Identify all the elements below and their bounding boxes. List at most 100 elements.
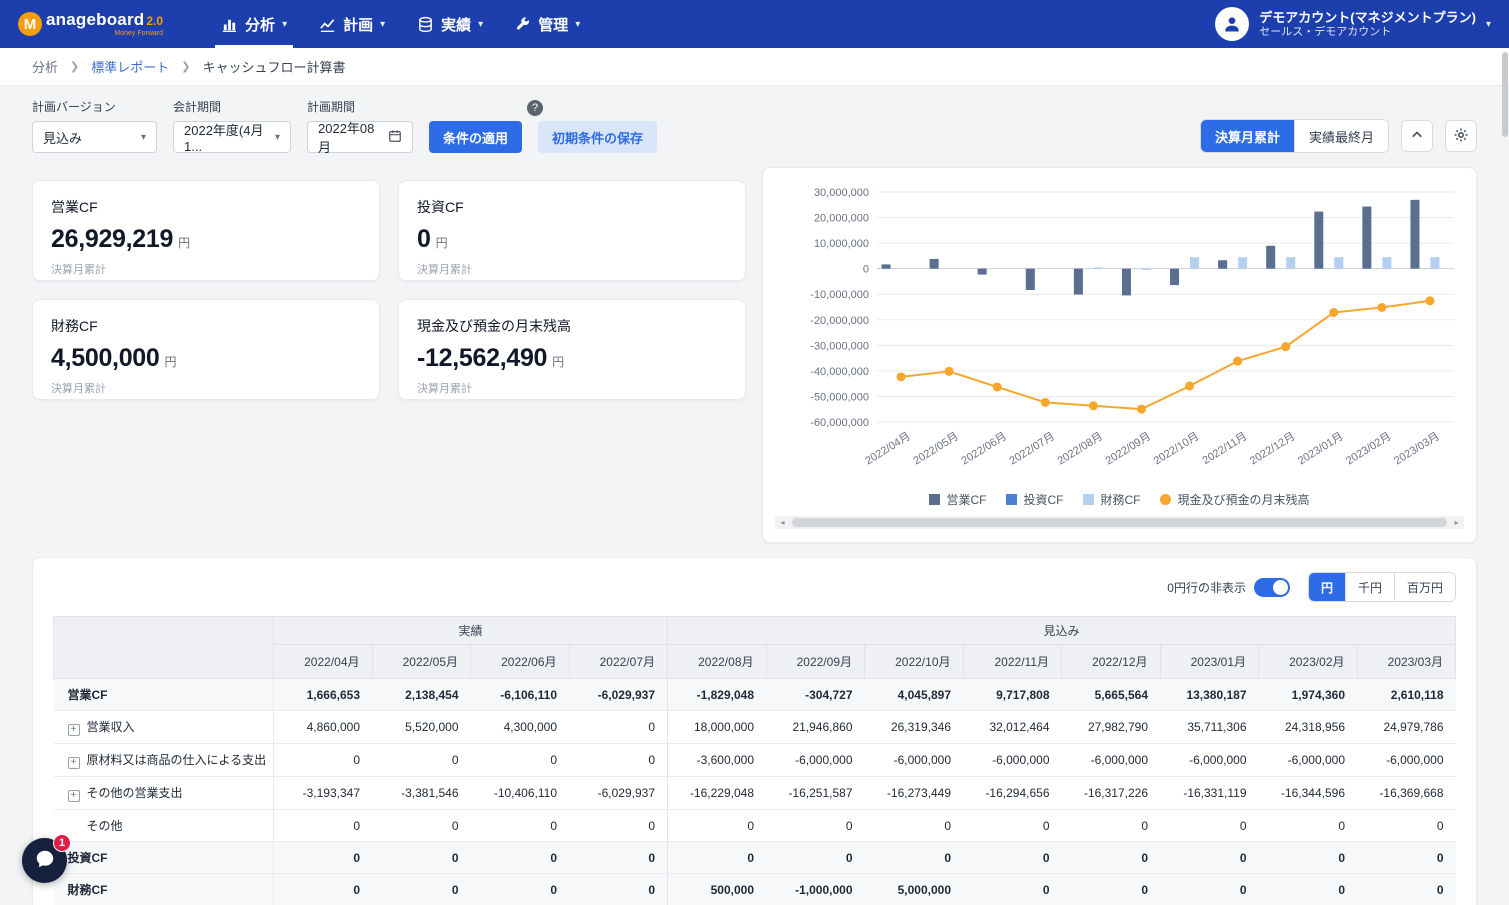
row-label: その他 [87, 819, 123, 833]
cell-value: -16,251,587 [766, 777, 865, 810]
svg-text:2022/08月: 2022/08月 [1056, 430, 1105, 467]
kpi-value: 26,929,219 [51, 225, 173, 254]
database-icon [417, 16, 434, 33]
cell-value: -6,106,110 [471, 679, 570, 711]
cell-value: -6,029,937 [569, 777, 668, 810]
nav-item-admin[interactable]: 管理 ▾ [499, 0, 596, 48]
kpi-value: 0 [417, 225, 431, 254]
cell-value: 2,610,118 [1357, 679, 1456, 711]
plan-period-input[interactable]: 2022年08月 [307, 121, 413, 153]
cell-value: -16,331,119 [1160, 777, 1259, 810]
collapse-panel-button[interactable] [1401, 120, 1433, 152]
row-label-cell: + 原材料又は商品の仕入による支出 [54, 744, 274, 777]
toggle-closing-month-cumulative[interactable]: 決算月累計 [1201, 120, 1294, 152]
svg-text:2023/01月: 2023/01月 [1296, 430, 1345, 467]
plan-version-select[interactable]: 見込み ▾ [32, 121, 157, 153]
app-logo[interactable]: M anageboard 2.0 Money Forward [18, 0, 163, 48]
column-group-header: 見込み [668, 617, 1456, 645]
cashflow-chart-card: 30,000,00020,000,00010,000,0000-10,000,0… [762, 167, 1477, 543]
kpi-unit: 円 [436, 234, 448, 251]
cell-value: -3,381,546 [372, 777, 471, 810]
cell-value: 2,138,454 [372, 679, 471, 711]
cell-value: -6,000,000 [1259, 744, 1358, 777]
row-label: 投資CF [68, 851, 108, 865]
chart-legend: 営業CF投資CF財務CF現金及び預金の月末残高 [775, 491, 1464, 508]
breadcrumb-separator-icon: ❯ [70, 60, 79, 73]
nav-item-plan[interactable]: 計画 ▾ [303, 0, 401, 48]
expand-row-icon[interactable]: + [68, 790, 80, 802]
settings-button[interactable] [1445, 120, 1477, 152]
scroll-right-arrow[interactable]: ▸ [1449, 516, 1464, 529]
cell-value: 0 [569, 711, 668, 744]
save-initial-conditions-button[interactable]: 初期条件の保存 [538, 121, 657, 153]
row-label-cell: +営業収入 [54, 711, 274, 744]
nav-item-label: 分析 [245, 14, 275, 35]
nav-item-label: 計画 [343, 14, 373, 35]
cell-value: -16,273,449 [865, 777, 964, 810]
svg-text:-20,000,000: -20,000,000 [810, 315, 869, 327]
unit-thousand-yen-button[interactable]: 千円 [1345, 573, 1394, 601]
fiscal-period-select[interactable]: 2022年度(4月1... ▾ [173, 121, 291, 153]
cell-value: -3,600,000 [668, 744, 767, 777]
avatar [1215, 7, 1249, 41]
cell-value: 0 [865, 842, 964, 874]
help-icon[interactable]: ? [527, 100, 543, 116]
kpi-card-financing-cf: 財務CF 4,500,000 円 決算月累計 [32, 299, 380, 400]
table-row: +その他の営業支出-3,193,347-3,381,546-10,406,110… [54, 777, 1456, 810]
chat-launcher-button[interactable]: 1 [22, 838, 67, 883]
cell-value: 0 [963, 842, 1062, 874]
logo-brand: anageboard [46, 11, 144, 28]
cell-value: 0 [274, 744, 373, 777]
account-menu[interactable]: デモアカウント(マネジメントプラン) セールス・デモアカウント ▾ [1215, 0, 1491, 48]
cashflow-chart: 30,000,00020,000,00010,000,0000-10,000,0… [775, 180, 1462, 488]
row-label: 原材料又は商品の仕入による支出 [87, 753, 267, 767]
table-controls: 0円行の非表示 円 千円 百万円 [53, 572, 1456, 602]
scroll-track[interactable] [790, 516, 1449, 529]
cell-value: 0 [1357, 842, 1456, 874]
fiscal-period-label: 会計期間 [173, 98, 291, 115]
row-label: 営業CF [68, 688, 108, 702]
kpi-card-investing-cf: 投資CF 0 円 決算月累計 [398, 180, 746, 281]
svg-text:-60,000,000: -60,000,000 [810, 417, 869, 429]
cell-value: 0 [372, 842, 471, 874]
chevron-down-icon: ▾ [575, 19, 580, 30]
row-label-cell: その他 [54, 810, 274, 842]
bar-chart-icon [221, 16, 238, 33]
zero-rows-toggle[interactable] [1254, 578, 1290, 597]
chevron-down-icon: ▾ [141, 132, 146, 143]
cell-value: 0 [569, 874, 668, 905]
legend-item: 営業CF [929, 491, 986, 508]
nav-item-results[interactable]: 実績 ▾ [401, 0, 499, 48]
unit-million-yen-button[interactable]: 百万円 [1394, 573, 1455, 601]
breadcrumb-analysis[interactable]: 分析 [32, 57, 58, 76]
account-text: デモアカウント(マネジメントプラン) セールス・デモアカウント [1259, 11, 1476, 38]
cell-value: 0 [372, 744, 471, 777]
expand-row-icon[interactable]: + [68, 757, 80, 769]
cell-value: 5,520,000 [372, 711, 471, 744]
cell-value: 0 [274, 842, 373, 874]
toggle-actual-last-month[interactable]: 実績最終月 [1294, 120, 1388, 152]
cell-value: 500,000 [668, 874, 767, 905]
cell-value: 26,319,346 [865, 711, 964, 744]
period-mode-toggle: 決算月累計 実績最終月 [1200, 119, 1389, 153]
cell-value: 0 [963, 874, 1062, 905]
fiscal-period-value: 2022年度(4月1... [184, 120, 267, 154]
page-scrollbar[interactable] [1502, 52, 1508, 137]
apply-conditions-button[interactable]: 条件の適用 [429, 121, 522, 153]
cell-value: -1,829,048 [668, 679, 767, 711]
cell-value: -16,229,048 [668, 777, 767, 810]
table-row: 営業CF1,666,6532,138,454-6,106,110-6,029,9… [54, 679, 1456, 711]
nav-item-analysis[interactable]: 分析 ▾ [205, 0, 303, 48]
unit-yen-button[interactable]: 円 [1309, 573, 1345, 601]
scroll-left-arrow[interactable]: ◂ [775, 516, 790, 529]
cell-value: -6,000,000 [766, 744, 865, 777]
table-row: 投資CF000000000000 [54, 842, 1456, 874]
calendar-icon [388, 129, 402, 146]
cell-value: 0 [1259, 842, 1358, 874]
expand-row-icon[interactable]: + [68, 724, 80, 736]
scroll-thumb[interactable] [792, 518, 1447, 527]
row-label-cell: +その他の営業支出 [54, 777, 274, 810]
nav-item-label: 実績 [441, 14, 471, 35]
breadcrumb-standard-report[interactable]: 標準レポート [91, 57, 169, 76]
table-row: 財務CF0000500,000-1,000,0005,000,00000000 [54, 874, 1456, 905]
